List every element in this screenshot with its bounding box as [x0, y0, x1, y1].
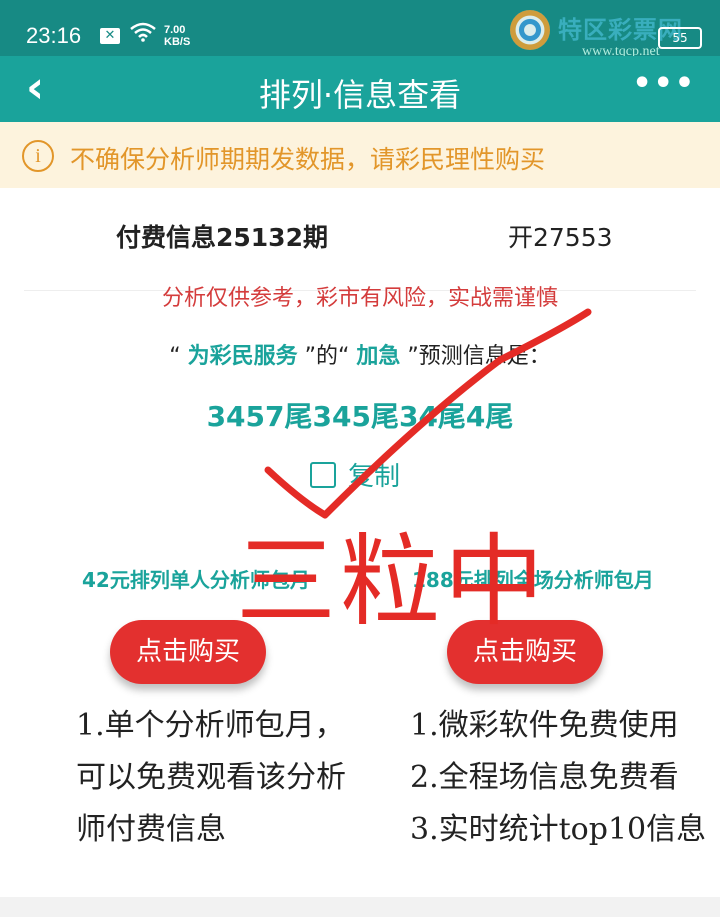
quote-open: “: [169, 344, 188, 369]
notice-text: 不确保分析师期期发数据，请彩民理性购买: [70, 145, 546, 174]
open-result: 开27553: [508, 223, 613, 252]
risk-warning: 分析仅供参考，彩市有风险，实战需谨慎: [161, 286, 558, 311]
bottom-band: [0, 897, 720, 917]
desc-line: 可以免费观看该分析: [76, 760, 346, 795]
analyst-name[interactable]: 为彩民服务: [188, 344, 298, 369]
status-time: 23:16: [26, 23, 82, 48]
single-analyst-plan-title: 42元排列单人分析师包月: [82, 568, 310, 592]
full-plan-description: 1.微彩软件免费使用 2.全程场信息免费看 3.实时统计top10信息: [410, 700, 720, 856]
more-icon[interactable]: •••: [632, 66, 696, 101]
desc-line: 师付费信息: [76, 812, 226, 847]
desc-line: 2.全程场信息免费看: [410, 760, 679, 795]
info-icon: i: [22, 140, 54, 172]
quote-close: ”预测信息是：: [400, 344, 551, 369]
battery-icon: 55: [658, 27, 702, 49]
nav-bar: ‹ 排列·信息查看 •••: [0, 56, 720, 122]
copy-button[interactable]: 复制: [310, 456, 400, 493]
quote-mid: ”的“: [297, 344, 357, 369]
prediction-intro: “ 为彩民服务 ”的“ 加急 ”预测信息是：: [0, 338, 720, 370]
network-speed: 7.00 KB/S: [164, 24, 190, 48]
single-plan-description: 1.单个分析师包月， 可以免费观看该分析 师付费信息: [76, 700, 376, 856]
page-title: 排列·信息查看: [258, 76, 462, 114]
prediction-numbers: 3457尾345尾34尾4尾: [206, 400, 514, 433]
copy-label: 复制: [348, 462, 401, 492]
desc-line: 1.单个分析师包月，: [76, 708, 345, 743]
speed-value: 7.00: [164, 24, 186, 36]
desc-line: 1.微彩软件免费使用: [410, 708, 679, 743]
full-plan-title: 188元排列全场分析师包月: [412, 568, 654, 592]
period-title: 付费信息25132期: [116, 223, 328, 252]
desc-line: 3.实时统计top10信息: [410, 812, 707, 847]
status-bar: 23:16 ✕ 7.00 KB/S 特区彩票网 www.tqcp.net 55: [0, 0, 720, 59]
wifi-icon: [130, 22, 156, 47]
plan-name: 加急: [356, 344, 401, 369]
speed-unit: KB/S: [164, 36, 191, 48]
buy-single-plan-button[interactable]: 点击购买: [110, 620, 266, 684]
watermark-logo-icon: [510, 10, 550, 50]
copy-icon: [310, 462, 336, 488]
buy-full-plan-button[interactable]: 点击购买: [447, 620, 603, 684]
notice-banner: i 不确保分析师期期发数据，请彩民理性购买: [0, 122, 720, 188]
notification-x-icon: ✕: [100, 28, 120, 44]
